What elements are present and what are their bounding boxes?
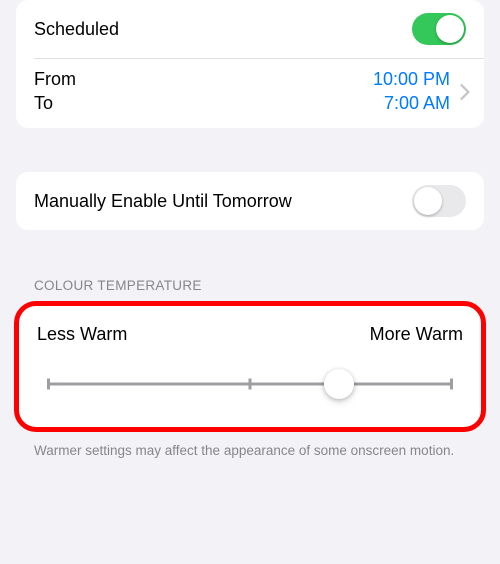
temperature-highlight: Less Warm More Warm bbox=[14, 301, 486, 432]
manual-enable-toggle[interactable] bbox=[412, 185, 466, 217]
less-warm-label: Less Warm bbox=[37, 324, 127, 345]
temperature-footer: Warmer settings may affect the appearanc… bbox=[16, 432, 484, 460]
slider-tick-min bbox=[47, 379, 50, 390]
toggle-knob bbox=[414, 187, 442, 215]
manual-enable-label: Manually Enable Until Tomorrow bbox=[34, 191, 412, 212]
scheduled-row[interactable]: Scheduled bbox=[16, 0, 484, 58]
manual-enable-row[interactable]: Manually Enable Until Tomorrow bbox=[16, 172, 484, 230]
slider-tick-mid bbox=[249, 379, 252, 390]
to-value: 7:00 AM bbox=[373, 93, 450, 114]
toggle-knob bbox=[436, 15, 464, 43]
colour-temperature-header: COLOUR TEMPERATURE bbox=[16, 278, 484, 301]
slider-labels: Less Warm More Warm bbox=[37, 324, 463, 345]
scheduled-label: Scheduled bbox=[34, 19, 412, 40]
temperature-slider[interactable] bbox=[47, 369, 453, 399]
scheduled-card: Scheduled From To 10:00 PM 7:00 AM bbox=[16, 0, 484, 128]
slider-tick-max bbox=[450, 379, 453, 390]
schedule-values: 10:00 PM 7:00 AM bbox=[373, 69, 450, 114]
from-value: 10:00 PM bbox=[373, 69, 450, 90]
schedule-time-row[interactable]: From To 10:00 PM 7:00 AM bbox=[16, 59, 484, 128]
schedule-labels: From To bbox=[34, 69, 373, 114]
slider-thumb[interactable] bbox=[324, 369, 354, 399]
manual-enable-card: Manually Enable Until Tomorrow bbox=[16, 172, 484, 230]
chevron-right-icon bbox=[456, 84, 474, 100]
more-warm-label: More Warm bbox=[370, 324, 463, 345]
from-label: From bbox=[34, 69, 373, 90]
scheduled-toggle[interactable] bbox=[412, 13, 466, 45]
to-label: To bbox=[34, 93, 373, 114]
